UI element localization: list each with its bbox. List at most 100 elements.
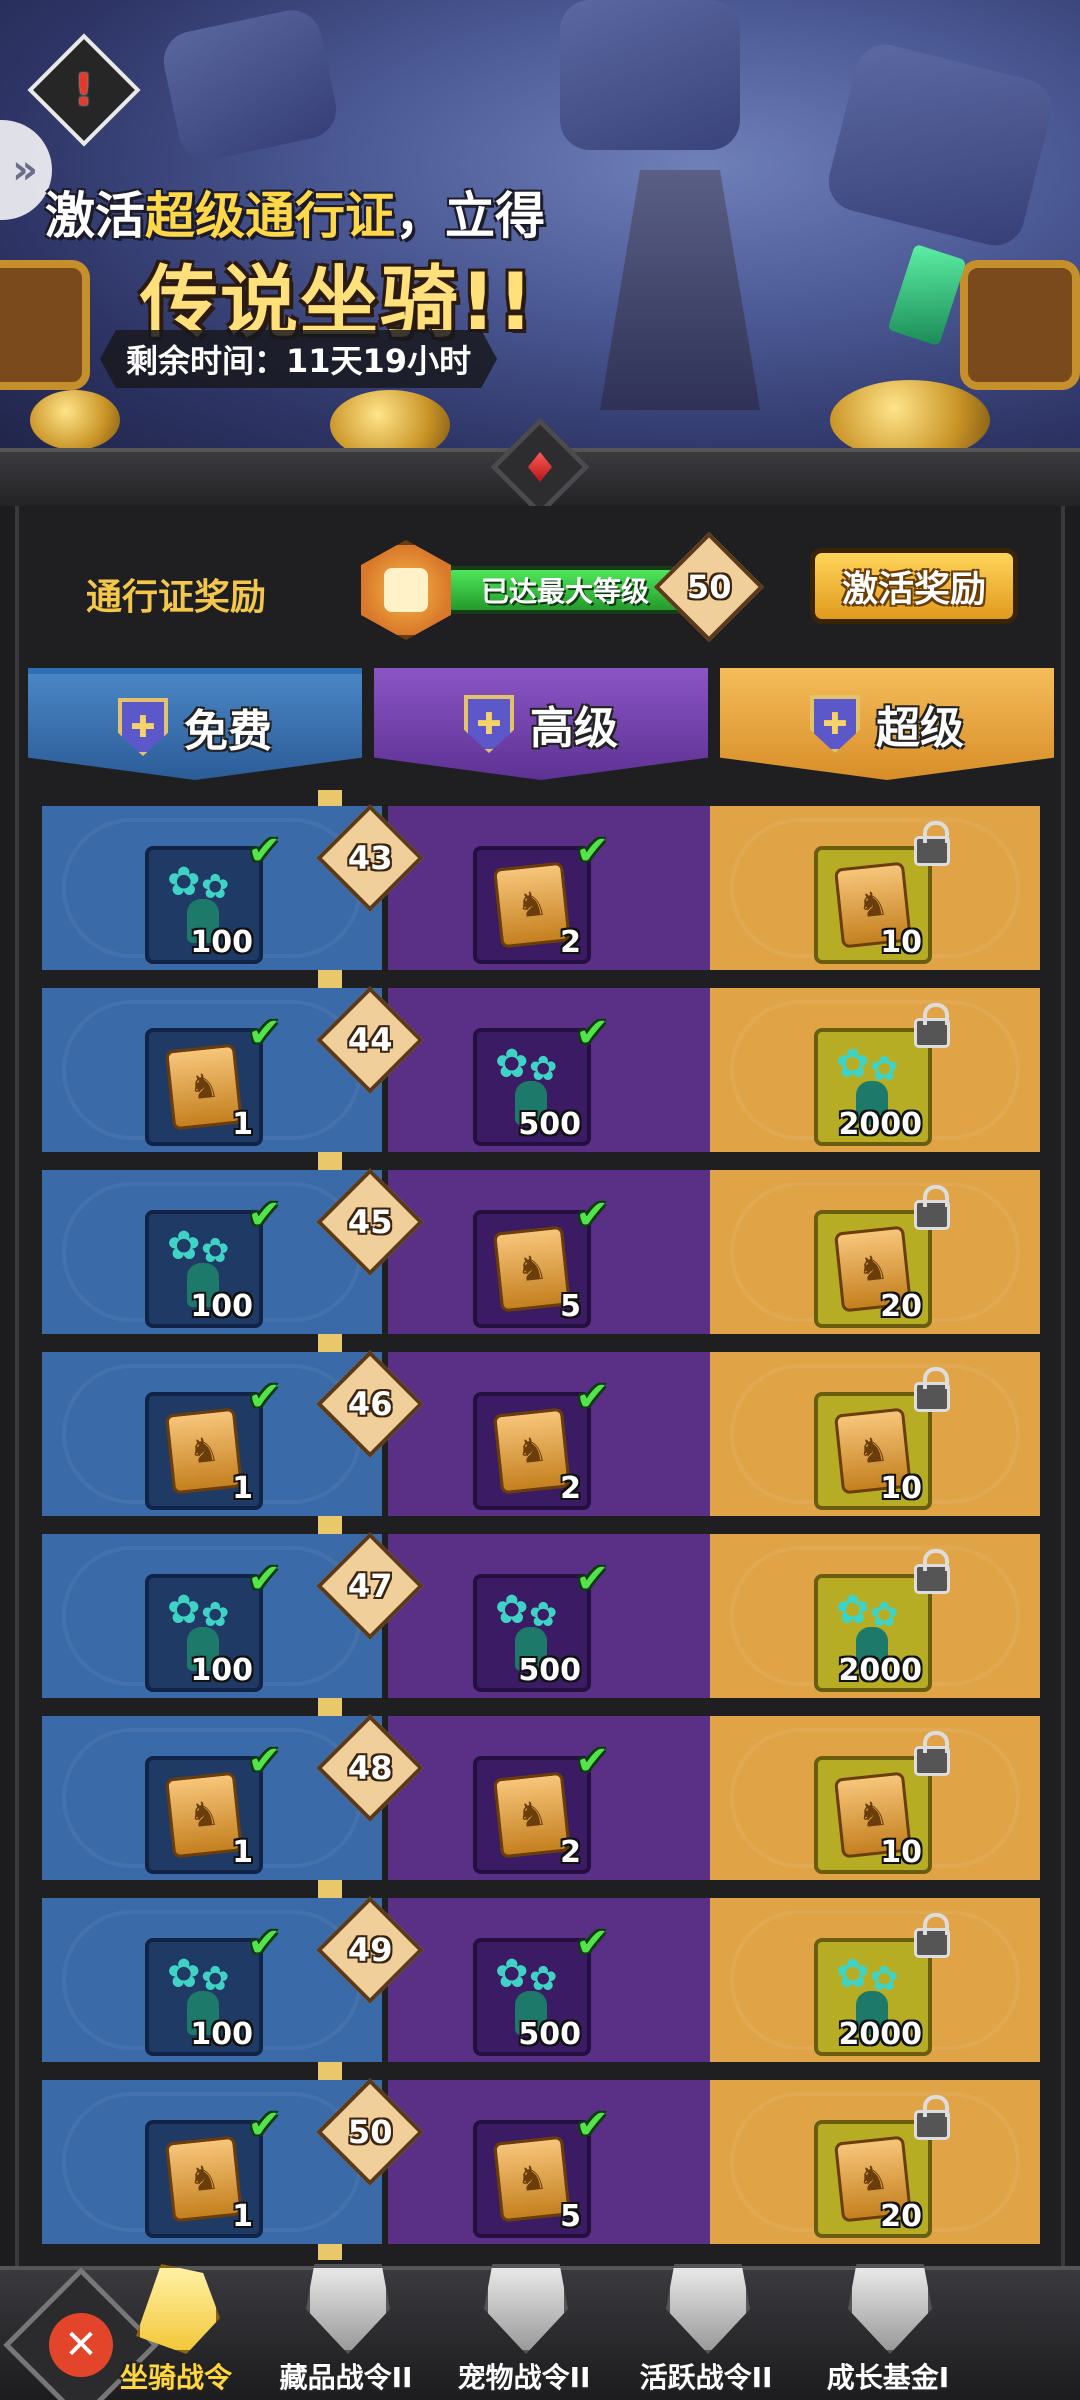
reward-item[interactable]: 500 ✔ <box>473 1556 609 1692</box>
nav-tab-2[interactable]: 藏品战令II <box>256 2264 436 2400</box>
reward-cell-premium: ♞ 2 ✔ <box>388 806 726 970</box>
reward-quantity: 100 <box>190 2017 253 2052</box>
treasure-chest <box>960 260 1080 390</box>
reward-quantity: 1 <box>232 1835 253 1870</box>
reward-item[interactable]: ♞ 5 ✔ <box>473 1192 609 1328</box>
reward-row: 100 ✔ 500 ✔ 2000 49 <box>42 1882 1040 2064</box>
warning-icon[interactable]: ! <box>27 33 141 147</box>
reward-cell-free: ♞ 1 ✔ <box>42 988 382 1152</box>
reward-cell-super: 2000 <box>710 1534 1040 1698</box>
claimed-check-icon: ✔ <box>247 1738 281 1784</box>
green-gem <box>887 243 967 347</box>
reward-item[interactable]: ♞ 10 <box>814 1367 950 1510</box>
claimed-check-icon: ✔ <box>575 1374 609 1420</box>
reward-item[interactable]: 100 ✔ <box>145 1920 281 2056</box>
reward-item[interactable]: ♞ 2 ✔ <box>473 1374 609 1510</box>
reward-item[interactable]: 2000 <box>814 1549 950 1692</box>
shield-emblem-icon <box>484 2264 568 2354</box>
reward-cell-super: 2000 <box>710 988 1040 1152</box>
reward-item[interactable]: 100 ✔ <box>145 1192 281 1328</box>
reward-item[interactable]: 500 ✔ <box>473 1010 609 1146</box>
reward-item[interactable]: ♞ 2 ✔ <box>473 828 609 964</box>
reward-item[interactable]: ♞ 20 <box>814 2095 950 2238</box>
reward-cell-super: 2000 <box>710 1898 1040 2062</box>
nav-tab-label: 藏品战令II <box>279 2361 413 2394</box>
reward-cell-premium: ♞ 5 ✔ <box>388 2080 726 2244</box>
promo-headline: 激活超级通行证，立得 <box>45 187 545 245</box>
reward-row: ♞ 1 ✔ ♞ 2 ✔ ♞ 10 48 <box>42 1700 1040 1882</box>
tier-label: 超级 <box>876 703 964 754</box>
nav-tab-4[interactable]: 活跃战令II <box>616 2264 796 2400</box>
reward-quantity: 10 <box>880 925 922 960</box>
level-number: 50 <box>347 2113 393 2151</box>
reward-item[interactable]: ♞ 10 <box>814 1731 950 1874</box>
reward-quantity: 500 <box>518 1107 581 1142</box>
reward-cell-free: 100 ✔ <box>42 1170 382 1334</box>
reward-cell-free: 100 ✔ <box>42 806 382 970</box>
wing-emblem-icon <box>848 2264 932 2354</box>
reward-cell-premium: 500 ✔ <box>388 1898 726 2062</box>
shield-icon: ✚ <box>118 698 168 756</box>
shield-icon: ✚ <box>464 695 514 753</box>
reward-quantity: 10 <box>880 1835 922 1870</box>
reward-item[interactable]: 500 ✔ <box>473 1920 609 2056</box>
lock-icon <box>914 1185 950 1230</box>
helmet-emblem-icon <box>306 2264 390 2354</box>
level-status-bar: 已达最大等级 <box>445 566 685 614</box>
reward-quantity: 2000 <box>838 1653 923 1688</box>
reward-item[interactable]: ♞ 1 ✔ <box>145 1738 281 1874</box>
claimed-check-icon: ✔ <box>575 1192 609 1238</box>
activate-rewards-button[interactable]: 激活奖励 <box>810 548 1018 624</box>
reward-row: 100✔♞2✔♞1043 <box>42 790 1040 972</box>
reward-cell-premium: 500 ✔ <box>388 988 726 1152</box>
claimed-check-icon: ✔ <box>575 828 609 874</box>
reward-cell-super: ♞ 10 <box>710 1352 1040 1516</box>
claimed-check-icon: ✔ <box>247 2102 281 2148</box>
reward-item[interactable]: 2000 <box>814 1003 950 1146</box>
claimed-check-icon: ✔ <box>247 1010 281 1056</box>
bottom-nav: ✕ 坐骑战令 藏品战令II 宠物战令II 活跃战令II 成长基金I <box>0 2264 1080 2400</box>
reward-cell-premium: ♞ 2 ✔ <box>388 1716 726 1880</box>
claimed-check-icon: ✔ <box>575 1010 609 1056</box>
reward-quantity: 1 <box>232 1471 253 1506</box>
reward-quantity: 2 <box>560 1471 581 1506</box>
reward-item[interactable]: ♞ 1 ✔ <box>145 2102 281 2238</box>
reward-quantity: 1 <box>232 1107 253 1142</box>
reward-item[interactable]: 2000 <box>814 1913 950 2056</box>
treasure-chest <box>0 260 90 390</box>
pass-rewards-label: 通行证奖励 <box>86 577 267 618</box>
tier-label: 免费 <box>184 706 272 757</box>
tier-tab-premium: ✚ 高级 <box>374 668 708 780</box>
reward-item[interactable]: ♞ 2 ✔ <box>473 1738 609 1874</box>
background-rock <box>560 0 740 150</box>
nav-tab-1[interactable]: 坐骑战令 <box>86 2264 266 2400</box>
tier-tab-free: ✚ 免费 <box>28 668 362 780</box>
reward-item[interactable]: ♞ 1 ✔ <box>145 1010 281 1146</box>
reward-item[interactable]: ♞ 5 ✔ <box>473 2102 609 2238</box>
level-number: 47 <box>347 1567 393 1605</box>
reward-cell-premium: ♞ 5 ✔ <box>388 1170 726 1334</box>
claimed-check-icon: ✔ <box>575 2102 609 2148</box>
reward-cell-free: ♞ 1 ✔ <box>42 1352 382 1516</box>
claimed-check-icon: ✔ <box>575 1738 609 1784</box>
reward-quantity: 2 <box>560 1835 581 1870</box>
lock-icon <box>914 1003 950 1048</box>
reward-item[interactable]: ♞ 10 <box>814 821 950 964</box>
claimed-check-icon: ✔ <box>247 1920 281 1966</box>
reward-row: 100✔♞5✔♞2045 <box>42 1154 1040 1336</box>
reward-row: ♞ 1 ✔ ♞ 5 ✔ ♞ 20 50 <box>42 2064 1040 2246</box>
reward-item[interactable]: ♞ 20 <box>814 1185 950 1328</box>
nav-tab-3[interactable]: 宠物战令II <box>434 2264 614 2400</box>
nav-tab-5[interactable]: 成长基金I <box>798 2264 978 2400</box>
nav-tab-label: 活跃战令II <box>639 2361 773 2394</box>
level-number: 44 <box>347 1021 393 1059</box>
reward-quantity: 20 <box>880 1289 922 1324</box>
reward-item[interactable]: 100 ✔ <box>145 828 281 964</box>
reward-item[interactable]: 100 ✔ <box>145 1556 281 1692</box>
reward-item[interactable]: ♞ 1 ✔ <box>145 1374 281 1510</box>
claimed-check-icon: ✔ <box>247 828 281 874</box>
reward-cell-super: ♞ 10 <box>710 1716 1040 1880</box>
lock-icon <box>914 1913 950 1958</box>
claimed-check-icon: ✔ <box>247 1192 281 1238</box>
reward-quantity: 100 <box>190 1289 253 1324</box>
